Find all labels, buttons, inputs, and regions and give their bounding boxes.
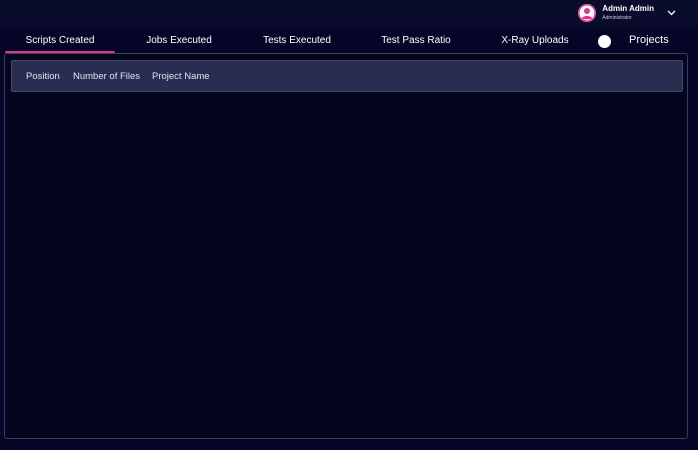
tab-tests-executed[interactable]: Tests Executed [247,28,347,52]
user-info: Admin Admin Administrator [602,5,654,21]
chevron-down-icon[interactable] [664,6,678,20]
tab-bar: Scripts Created Jobs Executed Tests Exec… [0,28,698,53]
table-header-row: Position Number of Files Project Name [11,60,683,92]
projects-toggle[interactable] [598,35,611,48]
tab-scripts-created[interactable]: Scripts Created [5,28,115,53]
user-menu[interactable]: Admin Admin Administrator [578,3,678,23]
column-header-project-name[interactable]: Project Name [152,71,210,82]
tab-x-ray-uploads[interactable]: X-Ray Uploads [487,28,583,52]
user-avatar-icon[interactable] [578,4,597,22]
user-role: Administrator [602,15,632,21]
tab-jobs-executed[interactable]: Jobs Executed [130,28,228,52]
user-name: Admin Admin [602,4,654,13]
top-bar: Admin Admin Administrator [0,0,698,27]
projects-toggle-label[interactable]: Projects [629,34,669,46]
tab-test-pass-ratio[interactable]: Test Pass Ratio [366,28,466,52]
column-header-number-of-files[interactable]: Number of Files [73,71,140,82]
column-header-position[interactable]: Position [26,71,60,82]
table-panel: Position Number of Files Project Name [4,53,688,439]
